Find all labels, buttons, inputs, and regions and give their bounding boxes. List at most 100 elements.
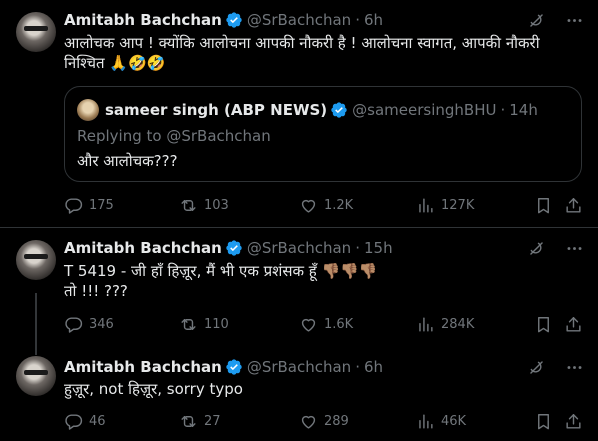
- tweet-top-actions: [526, 238, 584, 258]
- share-icon: [566, 413, 581, 429]
- tweet-text: T 5419 - जी हाँ हिज़ूर, मैं भी एक प्रशंस…: [64, 261, 582, 301]
- quoted-tweet[interactable]: sameer singh (ABP NEWS) @sameersinghBHU …: [64, 86, 582, 182]
- author-handle[interactable]: @SrBachchan: [247, 11, 351, 29]
- quote-text: और आलोचक???: [77, 152, 178, 170]
- grok-icon[interactable]: [526, 10, 546, 30]
- tweet-time[interactable]: 6h: [364, 358, 383, 376]
- tweet-3[interactable]: Amitabh Bachchan @SrBachchan · 6h हुज़ूर…: [0, 350, 598, 441]
- reply-button[interactable]: 346: [64, 315, 114, 334]
- tweet-text-line: T 5419 - जी हाँ हिज़ूर, मैं भी एक प्रशंस…: [64, 262, 378, 280]
- view-count: 46K: [441, 413, 467, 429]
- grok-icon[interactable]: [526, 357, 546, 377]
- author-avatar[interactable]: [16, 356, 56, 396]
- verified-badge-icon: [225, 358, 243, 376]
- like-button[interactable]: 1.6K: [299, 315, 353, 334]
- reply-count: 46: [89, 413, 106, 429]
- retweet-icon: [181, 199, 196, 211]
- bookmark-button[interactable]: [534, 412, 553, 431]
- replying-to: Replying to @SrBachchan: [77, 127, 271, 145]
- view-count: 284K: [441, 316, 475, 332]
- reply-icon: [65, 197, 83, 214]
- share-icon: [566, 316, 581, 332]
- more-icon[interactable]: [564, 357, 584, 377]
- more-icon[interactable]: [564, 10, 584, 30]
- separator-dot: ·: [355, 11, 360, 29]
- retweet-icon: [181, 415, 196, 427]
- retweet-count: 110: [204, 316, 229, 332]
- retweet-count: 103: [204, 197, 229, 213]
- like-count: 1.2K: [324, 197, 354, 213]
- author-name[interactable]: Amitabh Bachchan: [64, 358, 222, 376]
- verified-badge-icon: [330, 101, 348, 119]
- tweet-action-bar: 175 103 1.2K 127K: [64, 195, 586, 215]
- share-icon: [566, 197, 581, 213]
- author-handle[interactable]: @SrBachchan: [247, 358, 351, 376]
- tweet-top-actions: [526, 10, 584, 30]
- author-avatar[interactable]: [16, 12, 56, 52]
- views-icon: [419, 413, 433, 429]
- quote-author-name: sameer singh (ABP NEWS): [105, 101, 328, 119]
- bookmark-icon: [538, 197, 549, 213]
- bookmark-icon: [538, 316, 549, 332]
- reply-icon: [65, 413, 83, 430]
- tweet-time[interactable]: 6h: [364, 11, 383, 29]
- author-avatar[interactable]: [16, 240, 56, 280]
- verified-badge-icon: [225, 11, 243, 29]
- tweet-header: Amitabh Bachchan @SrBachchan · 15h: [64, 238, 582, 258]
- tweet-time[interactable]: 15h: [364, 239, 393, 257]
- views-icon: [419, 316, 433, 332]
- views-button[interactable]: 284K: [416, 315, 474, 334]
- replying-to-handle[interactable]: @SrBachchan: [166, 127, 270, 145]
- reply-button[interactable]: 175: [64, 196, 114, 215]
- tweet-text-line: आलोचक आप ! क्योंकि आलोचना आपकी नौकरी है …: [64, 34, 540, 52]
- bookmark-button[interactable]: [534, 315, 553, 334]
- more-icon[interactable]: [564, 238, 584, 258]
- reply-icon: [65, 316, 83, 333]
- tweet-action-bar: 346 110 1.6K 284K: [64, 314, 586, 334]
- author-name[interactable]: Amitabh Bachchan: [64, 239, 222, 257]
- tweet-text-line: हुज़ूर, not हिज़ूर, sorry typo: [64, 380, 243, 398]
- grok-icon[interactable]: [526, 238, 546, 258]
- like-count: 1.6K: [324, 316, 354, 332]
- bookmark-button[interactable]: [534, 196, 553, 215]
- views-button[interactable]: 127K: [416, 196, 474, 215]
- tweet-top-actions: [526, 357, 584, 377]
- replying-prefix: Replying to: [77, 127, 162, 145]
- like-icon: [301, 318, 316, 332]
- tweet-text: आलोचक आप ! क्योंकि आलोचना आपकी नौकरी है …: [64, 33, 582, 73]
- share-button[interactable]: [564, 196, 583, 215]
- reply-count: 346: [89, 316, 114, 332]
- share-button[interactable]: [564, 412, 583, 431]
- tweet-1[interactable]: Amitabh Bachchan @SrBachchan · 6h आलोचक …: [0, 0, 598, 228]
- views-icon: [419, 197, 433, 213]
- tweet-2[interactable]: Amitabh Bachchan @SrBachchan · 15h T 541…: [0, 228, 598, 350]
- author-name[interactable]: Amitabh Bachchan: [64, 11, 222, 29]
- tweet-text-line: तो !!! ???: [64, 282, 128, 300]
- quote-author-avatar: [77, 99, 99, 121]
- separator-dot: ·: [355, 358, 360, 376]
- quote-header: sameer singh (ABP NEWS) @sameersinghBHU …: [105, 99, 538, 121]
- reply-count: 175: [89, 197, 114, 213]
- quote-time: 14h: [509, 101, 538, 119]
- like-icon: [301, 199, 316, 213]
- reply-button[interactable]: 46: [64, 412, 106, 431]
- like-icon: [301, 415, 316, 429]
- tweet-header: Amitabh Bachchan @SrBachchan · 6h: [64, 357, 582, 377]
- quote-author-handle: @sameersinghBHU: [352, 101, 497, 119]
- retweet-button[interactable]: 27: [179, 412, 221, 431]
- tweet-text: हुज़ूर, not हिज़ूर, sorry typo: [64, 379, 582, 399]
- retweet-button[interactable]: 103: [179, 196, 229, 215]
- separator-dot: ·: [500, 101, 506, 119]
- separator-dot: ·: [355, 239, 360, 257]
- like-button[interactable]: 1.2K: [299, 196, 353, 215]
- share-button[interactable]: [564, 315, 583, 334]
- bookmark-icon: [538, 413, 549, 429]
- view-count: 127K: [441, 197, 475, 213]
- like-count: 289: [324, 413, 349, 429]
- tweet-text-line: निश्चित 🙏🤣🤣: [64, 54, 166, 72]
- author-handle[interactable]: @SrBachchan: [247, 239, 351, 257]
- like-button[interactable]: 289: [299, 412, 349, 431]
- retweet-count: 27: [204, 413, 221, 429]
- retweet-button[interactable]: 110: [179, 315, 229, 334]
- views-button[interactable]: 46K: [416, 412, 466, 431]
